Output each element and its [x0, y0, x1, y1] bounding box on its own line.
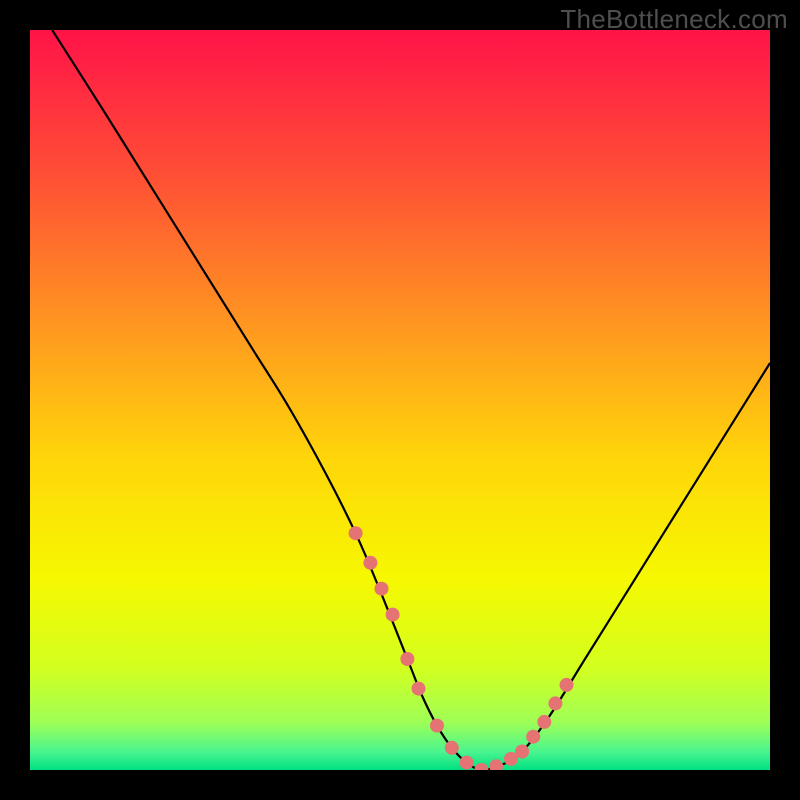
- marker-dot: [560, 678, 574, 692]
- marker-dot: [349, 526, 363, 540]
- plot-area: [30, 30, 770, 770]
- marker-dot: [537, 715, 551, 729]
- marker-dot: [548, 696, 562, 710]
- marker-dot: [386, 608, 400, 622]
- marker-dot: [412, 682, 426, 696]
- marker-dot: [526, 730, 540, 744]
- chart-frame: TheBottleneck.com: [0, 0, 800, 800]
- gradient-background: [30, 30, 770, 770]
- marker-dot: [460, 756, 474, 770]
- marker-dot: [445, 741, 459, 755]
- chart-svg: [30, 30, 770, 770]
- marker-dot: [363, 556, 377, 570]
- marker-dot: [375, 582, 389, 596]
- marker-dot: [515, 745, 529, 759]
- marker-dot: [400, 652, 414, 666]
- marker-dot: [430, 719, 444, 733]
